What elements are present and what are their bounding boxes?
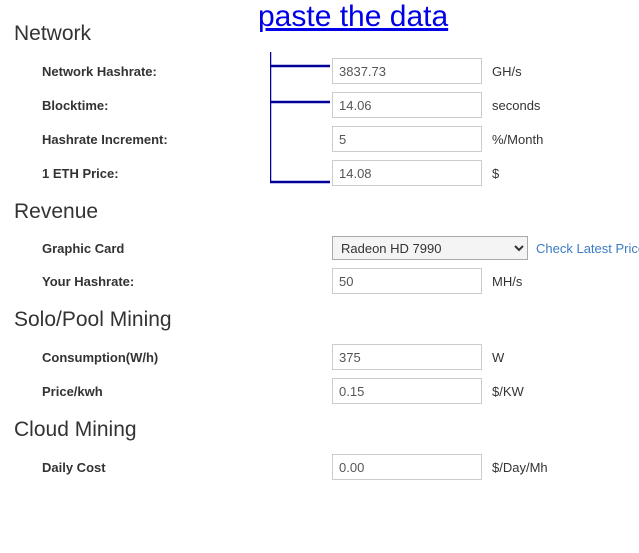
row-daily-cost: Daily Cost $/Day/Mh (42, 454, 625, 480)
label-hashrate-increment: Hashrate Increment: (42, 132, 332, 147)
select-graphic-card[interactable]: Radeon HD 7990 (332, 236, 528, 260)
row-eth-price: 1 ETH Price: $ (42, 160, 625, 186)
label-daily-cost: Daily Cost (42, 460, 332, 475)
heading-network: Network (14, 22, 625, 46)
unit-blocktime: seconds (492, 98, 540, 113)
row-blocktime: Blocktime: seconds (42, 92, 625, 118)
label-blocktime: Blocktime: (42, 98, 332, 113)
unit-network-hashrate: GH/s (492, 64, 522, 79)
unit-daily-cost: $/Day/Mh (492, 460, 548, 475)
unit-your-hashrate: MH/s (492, 274, 522, 289)
row-hashrate-increment: Hashrate Increment: %/Month (42, 126, 625, 152)
unit-consumption: W (492, 350, 504, 365)
input-eth-price[interactable] (332, 160, 482, 186)
row-graphic-card: Graphic Card Radeon HD 7990 Check Latest… (42, 236, 625, 260)
unit-eth-price: $ (492, 166, 499, 181)
row-your-hashrate: Your Hashrate: MH/s (42, 268, 625, 294)
input-daily-cost[interactable] (332, 454, 482, 480)
unit-price-kwh: $/KW (492, 384, 524, 399)
row-network-hashrate: Network Hashrate: GH/s (42, 58, 625, 84)
input-network-hashrate[interactable] (332, 58, 482, 84)
heading-mining: Solo/Pool Mining (14, 308, 625, 332)
unit-hashrate-increment: %/Month (492, 132, 543, 147)
input-price-kwh[interactable] (332, 378, 482, 404)
label-price-kwh: Price/kwh (42, 384, 332, 399)
input-hashrate-increment[interactable] (332, 126, 482, 152)
label-your-hashrate: Your Hashrate: (42, 274, 332, 289)
row-price-kwh: Price/kwh $/KW (42, 378, 625, 404)
heading-revenue: Revenue (14, 200, 625, 224)
label-network-hashrate: Network Hashrate: (42, 64, 332, 79)
input-your-hashrate[interactable] (332, 268, 482, 294)
link-check-latest-price[interactable]: Check Latest Price (536, 241, 639, 256)
label-consumption: Consumption(W/h) (42, 350, 332, 365)
input-blocktime[interactable] (332, 92, 482, 118)
heading-cloud: Cloud Mining (14, 418, 625, 442)
label-eth-price: 1 ETH Price: (42, 166, 332, 181)
row-consumption: Consumption(W/h) W (42, 344, 625, 370)
input-consumption[interactable] (332, 344, 482, 370)
label-graphic-card: Graphic Card (42, 241, 332, 256)
